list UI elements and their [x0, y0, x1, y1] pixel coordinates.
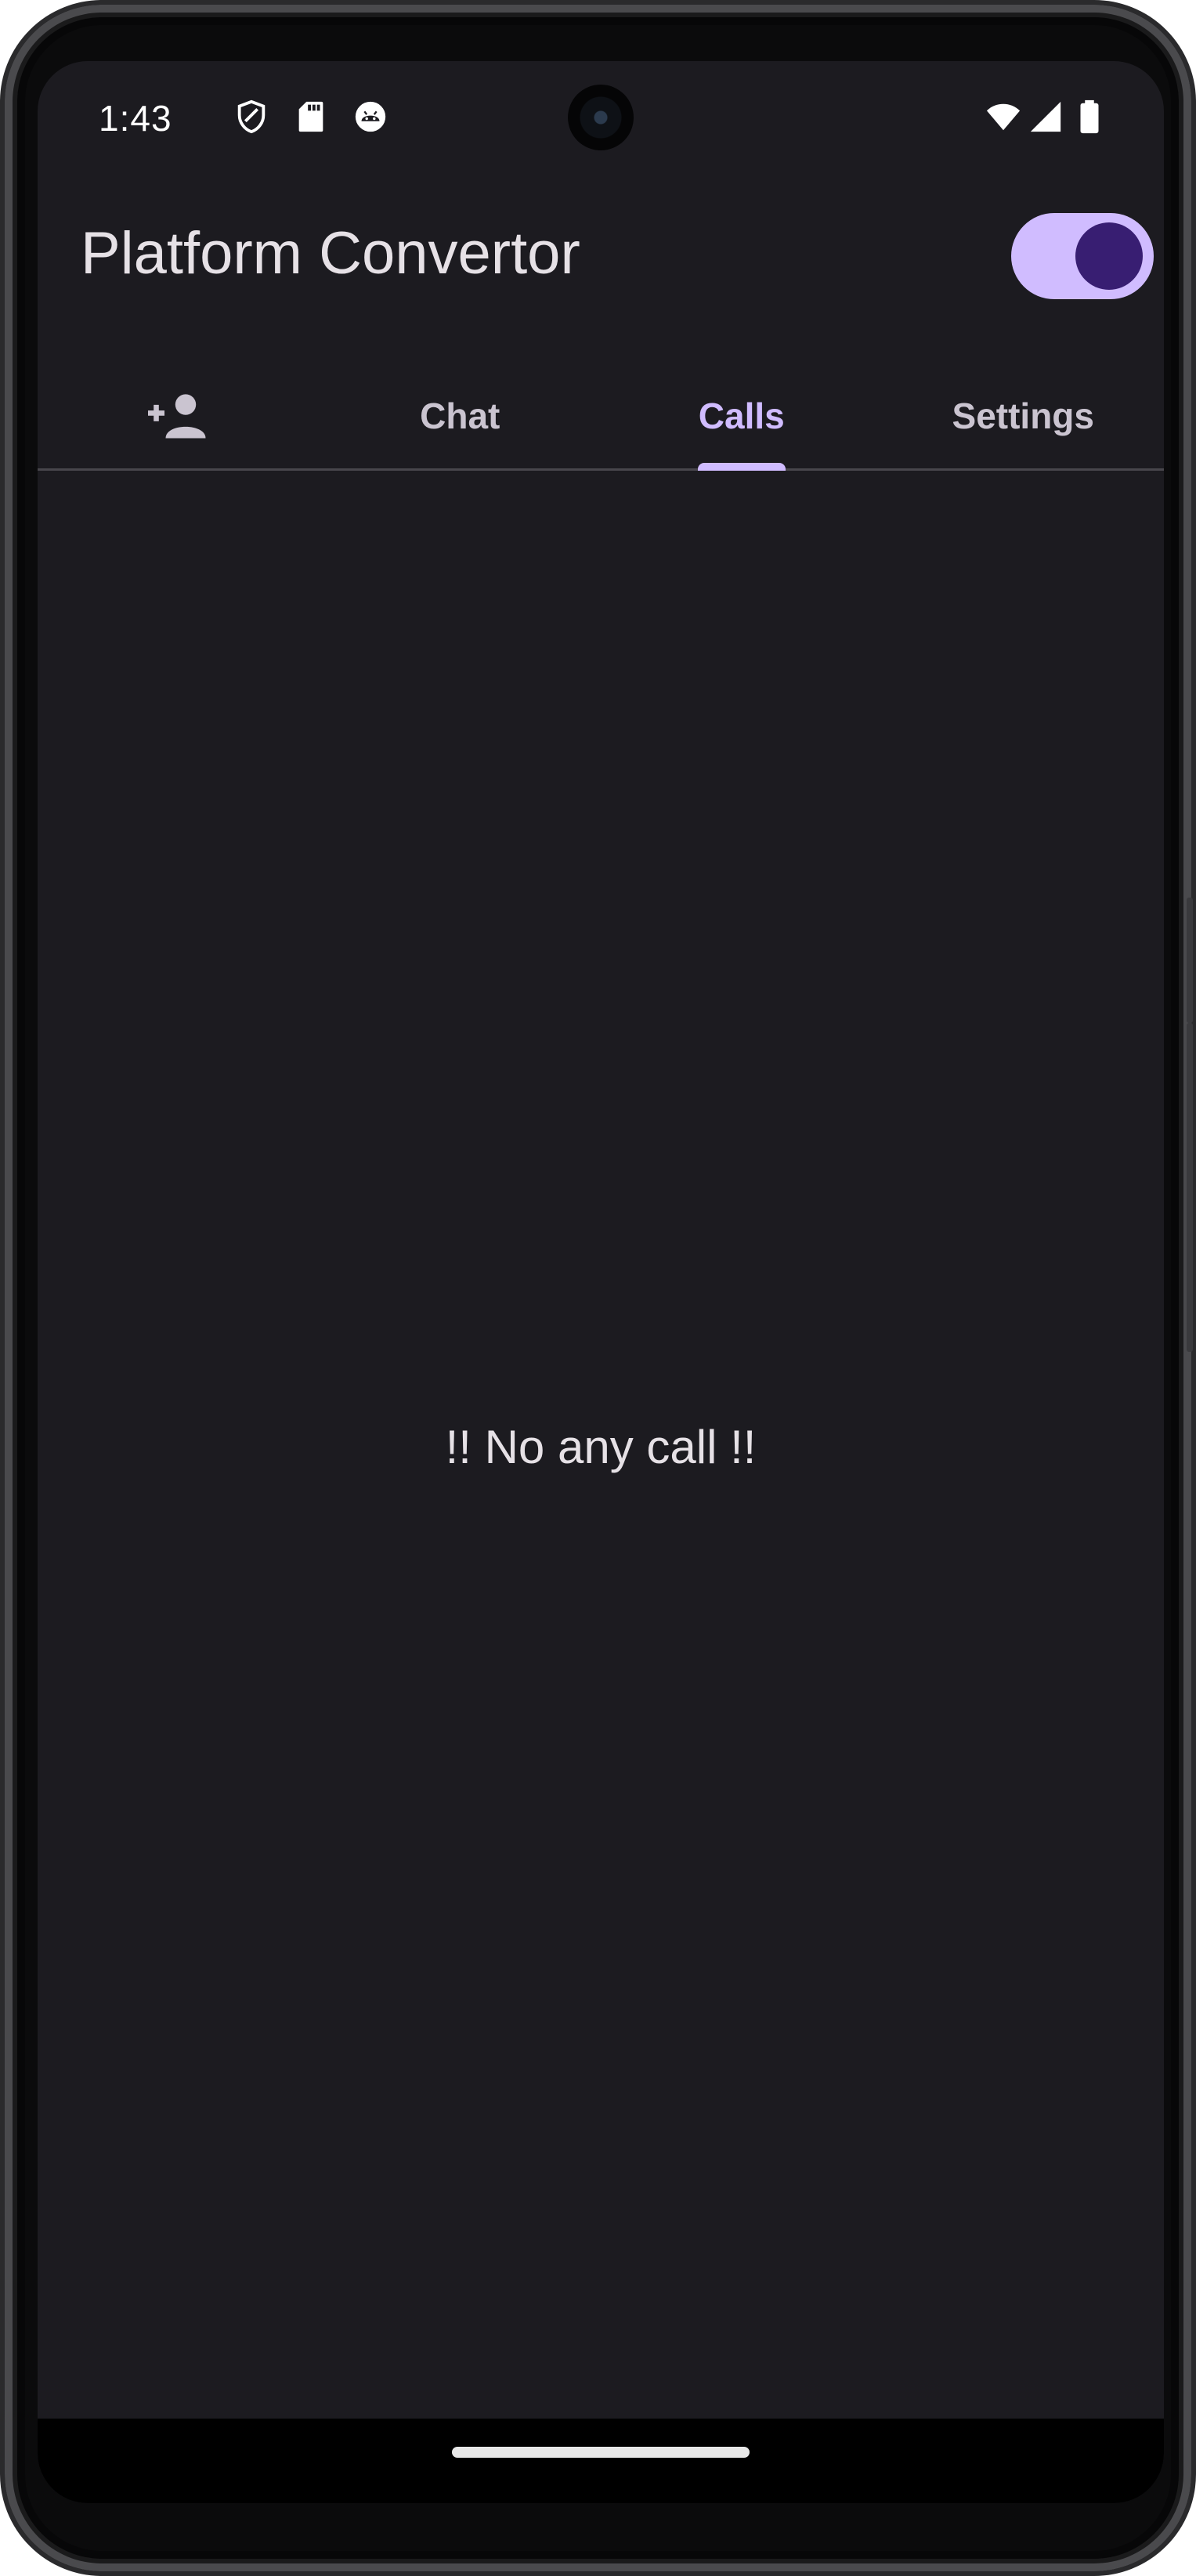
- switch-thumb: [1075, 222, 1143, 290]
- gesture-nav-bar: [38, 2419, 1164, 2503]
- power-button: [1187, 898, 1193, 1023]
- tab-chat-label: Chat: [420, 396, 500, 436]
- wifi-icon: [986, 103, 1021, 131]
- status-bar: 1:43: [38, 61, 1164, 179]
- phone-frame: 1:43 Platform Convertor Chat Calls Setti…: [0, 0, 1196, 2576]
- person-add-icon: [147, 394, 206, 439]
- empty-calls-message: !! No any call !!: [445, 1421, 757, 1473]
- home-gesture-handle[interactable]: [452, 2447, 750, 2458]
- volume-button: [1187, 1023, 1193, 1352]
- app-bar: Platform Convertor: [38, 179, 1164, 320]
- tab-settings[interactable]: Settings: [883, 363, 1165, 468]
- tab-calls-label: Calls: [698, 396, 785, 436]
- tab-bar: Chat Calls Settings: [38, 363, 1164, 471]
- app-screen: 1:43 Platform Convertor Chat Calls Setti…: [38, 61, 1164, 2503]
- sd-card-icon: [298, 101, 323, 132]
- battery-icon: [1080, 99, 1099, 134]
- tab-chat[interactable]: Chat: [320, 363, 602, 468]
- theme-toggle-switch[interactable]: [1011, 213, 1154, 299]
- front-camera: [568, 85, 634, 150]
- status-time: 1:43: [99, 98, 172, 139]
- android-debug-icon: [355, 101, 386, 132]
- tab-calls[interactable]: Calls: [601, 363, 883, 471]
- shield-icon: [237, 99, 266, 134]
- active-tab-indicator: [697, 463, 786, 471]
- tab-settings-label: Settings: [952, 396, 1094, 436]
- cell-signal-icon: [1030, 101, 1061, 132]
- tab-add-contact[interactable]: [38, 363, 320, 468]
- app-title: Platform Convertor: [81, 220, 580, 287]
